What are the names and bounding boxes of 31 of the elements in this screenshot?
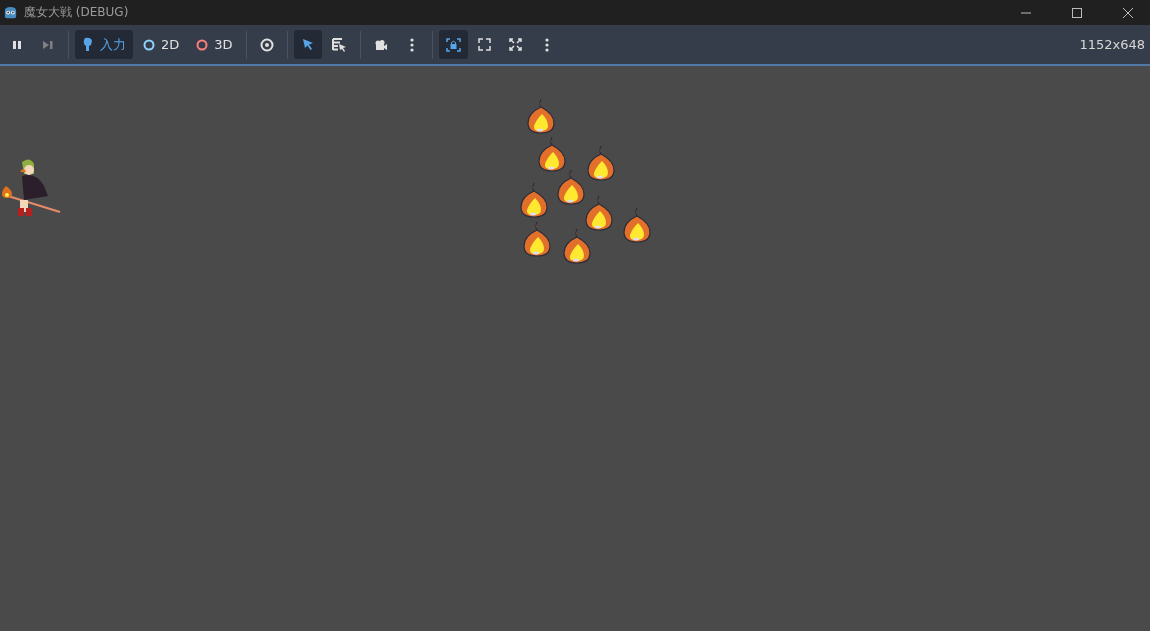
fireball-drawing: [586, 145, 616, 181]
input-button[interactable]: 入力: [75, 30, 133, 59]
select-tool-button[interactable]: [293, 30, 322, 59]
close-icon[interactable]: [1122, 6, 1134, 19]
fireball-drawing: [537, 136, 567, 172]
fireball-drawing: [556, 169, 586, 205]
fireball-drawing: [526, 98, 556, 134]
fireball-drawing: [622, 207, 652, 243]
camera-icon: [373, 38, 388, 51]
menu-icon: [409, 37, 414, 52]
hand-icon: [82, 37, 94, 52]
resolution-label: 1152x648: [1079, 37, 1145, 52]
step-icon: [42, 39, 54, 50]
fireball-drawing: [519, 182, 549, 218]
fireball-drawing: [522, 221, 552, 257]
view-mode-button[interactable]: 2D: [136, 30, 187, 59]
view-mode-button[interactable]: 3D: [189, 30, 240, 59]
eye-icon: [259, 37, 274, 52]
expand-arrows-icon: [509, 38, 523, 51]
cursor-icon: [301, 38, 314, 51]
camera-lock-button[interactable]: [438, 30, 468, 59]
fireball-drawing: [584, 195, 614, 231]
expand-icon: [478, 38, 492, 51]
list-cursor-icon: [331, 37, 347, 52]
fireball-drawing: [562, 228, 592, 264]
robot-icon: [3, 5, 18, 20]
maximize-icon[interactable]: [1071, 6, 1083, 19]
pause-icon: [12, 39, 22, 50]
menu-icon: [544, 37, 549, 52]
lock-icon: [445, 37, 461, 52]
window-title: 魔女大戦 (DEBUG): [24, 4, 129, 21]
